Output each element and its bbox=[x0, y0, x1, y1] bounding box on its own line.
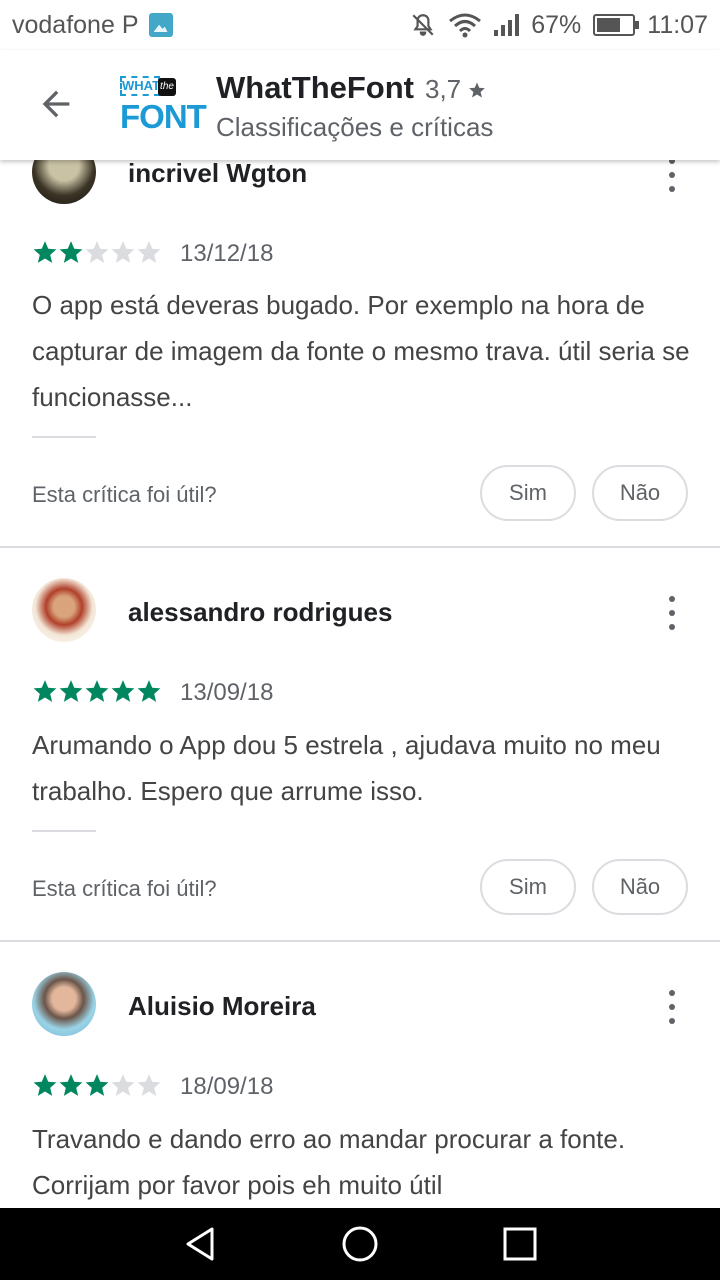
gallery-icon bbox=[148, 13, 173, 37]
helpful-no-button[interactable]: Não bbox=[592, 859, 688, 915]
mute-icon bbox=[412, 14, 434, 36]
divider bbox=[32, 830, 96, 832]
app-bar: WHAT the FONT WhatTheFont 3,7 Classifica… bbox=[0, 50, 720, 160]
review-date: 18/09/18 bbox=[180, 1073, 274, 1100]
star-filled-icon bbox=[33, 680, 57, 702]
carrier-label: vodafone P bbox=[12, 10, 139, 39]
more-options-icon[interactable] bbox=[664, 990, 680, 1024]
star-filled-icon bbox=[59, 680, 83, 702]
star-filled-icon bbox=[59, 241, 83, 263]
star-empty-icon bbox=[111, 241, 135, 263]
star-filled-icon bbox=[85, 1074, 109, 1096]
back-arrow-icon[interactable] bbox=[36, 84, 76, 124]
app-logo: WHAT the FONT bbox=[120, 76, 207, 135]
review-card: incrivel Wgton 13/12/18 O app está dever… bbox=[0, 140, 720, 548]
rating-value: 3,7 bbox=[425, 74, 462, 104]
reviewer-name: alessandro rodrigues bbox=[128, 597, 393, 627]
logo-font-text: FONT bbox=[120, 98, 207, 135]
logo-what-text: WHAT bbox=[120, 76, 160, 96]
app-title: WhatTheFont bbox=[216, 70, 415, 105]
star-icon bbox=[469, 82, 486, 98]
review-text: Arumando o App dou 5 estrela , ajudava m… bbox=[32, 730, 661, 806]
reviewer-name: Aluisio Moreira bbox=[128, 991, 316, 1021]
reviewer-name: incrivel Wgton bbox=[128, 158, 308, 188]
clock: 11:07 bbox=[647, 10, 708, 39]
battery-percent: 67% bbox=[531, 10, 582, 39]
more-options-icon[interactable] bbox=[664, 158, 680, 192]
helpful-no-button[interactable]: Não bbox=[592, 465, 688, 521]
review-card: Aluisio Moreira 18/09/18 Travando e dand… bbox=[0, 942, 720, 1208]
app-rating: 3,7 bbox=[425, 74, 486, 105]
star-empty-icon bbox=[137, 241, 161, 263]
home-icon[interactable] bbox=[340, 1224, 380, 1264]
avatar bbox=[32, 972, 96, 1036]
review-text: O app está deveras bugado. Por exemplo n… bbox=[32, 290, 690, 412]
star-filled-icon bbox=[85, 680, 109, 702]
helpful-yes-button[interactable]: Sim bbox=[480, 465, 576, 521]
star-empty-icon bbox=[111, 1074, 135, 1096]
star-filled-icon bbox=[33, 241, 57, 263]
logo-the-text: the bbox=[158, 78, 176, 96]
review-card: alessandro rodrigues 13/09/18 Arumando o… bbox=[0, 548, 720, 942]
page-subtitle: Classificações e críticas bbox=[216, 112, 494, 142]
battery-fill bbox=[597, 18, 621, 32]
star-filled-icon bbox=[33, 1074, 57, 1096]
star-empty-icon bbox=[85, 241, 109, 263]
more-options-icon[interactable] bbox=[664, 596, 680, 630]
helpful-yes-button[interactable]: Sim bbox=[480, 859, 576, 915]
star-filled-icon bbox=[137, 680, 161, 702]
review-text: Travando e dando erro ao mandar procurar… bbox=[32, 1124, 626, 1200]
star-rating bbox=[32, 678, 162, 704]
star-empty-icon bbox=[137, 1074, 161, 1096]
review-date: 13/09/18 bbox=[180, 679, 274, 706]
status-bar: vodafone P 67% 11:07 bbox=[0, 0, 720, 50]
avatar bbox=[32, 578, 96, 642]
recents-icon[interactable] bbox=[500, 1224, 540, 1264]
helpful-question: Esta crítica foi útil? bbox=[32, 876, 217, 901]
navigation-bar bbox=[0, 1208, 720, 1280]
signal-icon bbox=[494, 14, 520, 36]
wifi-icon bbox=[449, 13, 482, 38]
star-rating bbox=[32, 239, 162, 265]
star-filled-icon bbox=[111, 680, 135, 702]
battery-icon bbox=[593, 14, 640, 36]
review-date: 13/12/18 bbox=[180, 240, 274, 267]
helpful-question: Esta crítica foi útil? bbox=[32, 482, 217, 507]
back-icon[interactable] bbox=[180, 1224, 220, 1264]
divider bbox=[32, 436, 96, 438]
star-rating bbox=[32, 1072, 162, 1098]
star-filled-icon bbox=[59, 1074, 83, 1096]
